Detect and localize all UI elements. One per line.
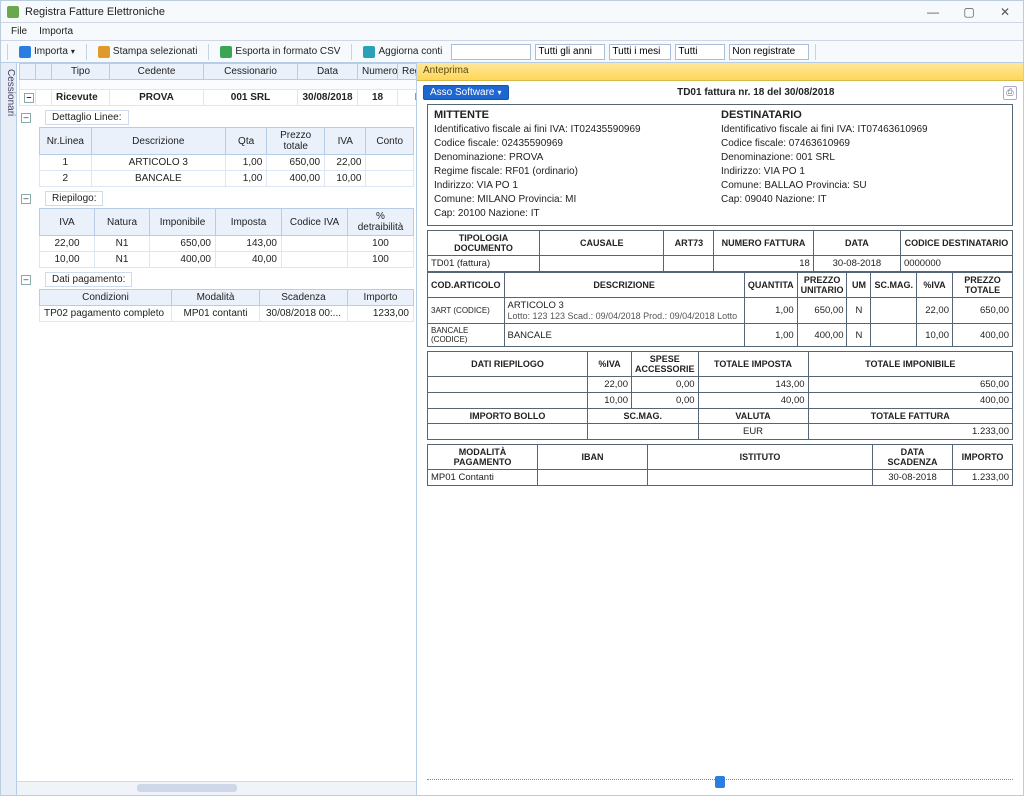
- esporta-csv-button[interactable]: Esporta in formato CSV: [215, 44, 345, 60]
- table-row[interactable]: 10,00N1400,0040,00100: [40, 252, 414, 268]
- summary-table: DATI RIEPILOGO %IVA SPESE ACCESSORIE TOT…: [427, 351, 1013, 440]
- close-button[interactable]: ✕: [993, 5, 1017, 19]
- import-icon: [19, 46, 31, 58]
- left-pane: Tipo Cedente Cessionario Data Numero Reg…: [17, 63, 417, 795]
- collapse-pagamento-icon[interactable]: –: [21, 275, 31, 285]
- table-row[interactable]: 1ARTICOLO 31,00650,0022,00: [40, 155, 414, 171]
- parties-box: MITTENTE Identificativo fiscale ai fini …: [427, 104, 1013, 226]
- export-icon: [220, 46, 232, 58]
- left-horizontal-scrollbar[interactable]: [17, 781, 416, 795]
- window-title: Registra Fatture Elettroniche: [25, 6, 921, 18]
- preview-title: TD01 fattura nr. 18 del 30/08/2018: [515, 87, 998, 98]
- invoice-row[interactable]: – Ricevute PROVA 001 SRL 30/08/2018 18 N…: [20, 90, 417, 106]
- toolbar: Importa ▾ Stampa selezionati Esporta in …: [1, 41, 1023, 63]
- riepilogo-grid[interactable]: IVA Natura Imponibile Imposta Codice IVA…: [39, 208, 414, 268]
- maximize-button[interactable]: ▢: [957, 5, 981, 19]
- section-riepilogo-label: Riepilogo:: [45, 191, 103, 206]
- menu-importa[interactable]: Importa: [35, 26, 77, 37]
- mittente-heading: MITTENTE: [434, 109, 719, 121]
- collapse-riepilogo-icon[interactable]: –: [21, 194, 31, 204]
- filter-anni-select[interactable]: [535, 44, 605, 60]
- importa-button[interactable]: Importa ▾: [14, 44, 80, 60]
- stampa-button[interactable]: Stampa selezionati: [93, 44, 203, 60]
- slider-thumb-icon[interactable]: [715, 776, 725, 788]
- line-row: BANCALE (CODICE) BANCALE 1,00 400,00 N 1…: [428, 324, 1013, 347]
- table-row[interactable]: 22,00N1650,00143,00100: [40, 236, 414, 252]
- collapse-dettaglio-icon[interactable]: –: [21, 113, 31, 123]
- app-icon: [7, 6, 19, 18]
- line-row: 3ART (CODICE) ARTICOLO 3Lotto: 123 123 S…: [428, 298, 1013, 324]
- section-dettaglio-label: Dettaglio Linee:: [45, 110, 129, 125]
- table-row[interactable]: 2BANCALE1,00400,0010,00: [40, 171, 414, 187]
- payment-table: MODALITÀ PAGAMENTO IBAN ISTITUTO DATA SC…: [427, 444, 1013, 486]
- side-tab-cessionari[interactable]: Cessionari: [1, 63, 17, 795]
- asso-software-button[interactable]: Asso Software: [423, 85, 509, 100]
- pagamento-grid[interactable]: Condizioni Modalità Scadenza Importo TP0…: [39, 289, 414, 322]
- col-cedente[interactable]: Cedente: [110, 64, 204, 80]
- menu-bar: File Importa: [1, 23, 1023, 41]
- preview-tab[interactable]: Anteprima: [417, 63, 1023, 81]
- col-data[interactable]: Data: [298, 64, 358, 80]
- lines-table: COD.ARTICOLO DESCRIZIONE QUANTITA PREZZO…: [427, 272, 1013, 347]
- toolbar-search-input[interactable]: [451, 44, 531, 60]
- filter-tutti-select[interactable]: [675, 44, 725, 60]
- destinatario-heading: DESTINATARIO: [721, 109, 1006, 121]
- section-pagamento-label: Dati pagamento:: [45, 272, 132, 287]
- aggiorna-conti-button[interactable]: Aggiorna conti: [358, 44, 447, 60]
- menu-file[interactable]: File: [7, 26, 31, 37]
- col-cessionario[interactable]: Cessionario: [204, 64, 298, 80]
- filter-mesi-select[interactable]: [609, 44, 671, 60]
- print-preview-icon[interactable]: ⎙: [1003, 86, 1017, 100]
- expand-icon[interactable]: –: [24, 93, 34, 103]
- dettaglio-grid[interactable]: Nr.Linea Descrizione Qta Prezzo totale I…: [39, 127, 414, 187]
- table-row[interactable]: TP02 pagamento completoMP01 contanti30/0…: [40, 306, 414, 322]
- filter-registrate-select[interactable]: [729, 44, 809, 60]
- doc-header-table: TIPOLOGIA DOCUMENTO CAUSALE ART73 NUMERO…: [427, 230, 1013, 272]
- col-registrata[interactable]: Registrata: [398, 64, 417, 80]
- col-tipo[interactable]: Tipo: [52, 64, 110, 80]
- col-numero[interactable]: Numero: [358, 64, 398, 80]
- print-icon: [98, 46, 110, 58]
- minimize-button[interactable]: —: [921, 5, 945, 19]
- title-bar: Registra Fatture Elettroniche — ▢ ✕: [1, 1, 1023, 23]
- invoices-grid[interactable]: Tipo Cedente Cessionario Data Numero Reg…: [19, 63, 416, 106]
- refresh-icon: [363, 46, 375, 58]
- zoom-slider[interactable]: [427, 775, 1013, 795]
- preview-pane: Anteprima Asso Software TD01 fattura nr.…: [417, 63, 1023, 795]
